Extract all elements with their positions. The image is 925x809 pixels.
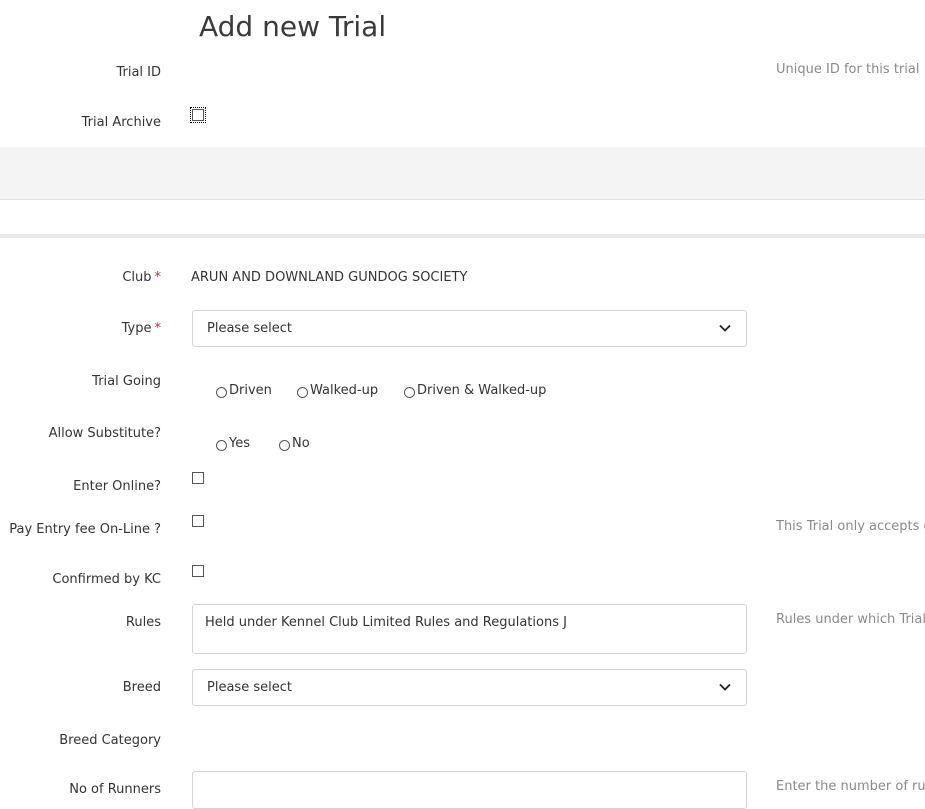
trial-going-driven-radio[interactable]: Driven — [216, 383, 272, 398]
radio-label: Yes — [229, 436, 250, 451]
radio-label: Driven & Walked-up — [417, 383, 547, 398]
type-label: Type * — [122, 321, 161, 336]
club-label-text: Club — [122, 270, 152, 285]
confirmed-kc-label: Confirmed by KC — [52, 572, 161, 587]
chevron-down-icon — [719, 683, 731, 691]
rules-help: Rules under which Trial is — [776, 612, 925, 627]
radio-icon — [297, 386, 308, 398]
no-of-runners-label: No of Runners — [69, 782, 161, 797]
radio-icon — [216, 439, 227, 451]
type-select[interactable]: Please select — [192, 310, 747, 347]
section-band — [0, 147, 925, 200]
type-select-value: Please select — [207, 321, 292, 336]
trial-going-walked-up-radio[interactable]: Walked-up — [297, 383, 378, 398]
page-title: Add new Trial — [199, 10, 387, 43]
radio-label: Walked-up — [310, 383, 379, 398]
pay-entry-checkbox[interactable] — [192, 515, 204, 527]
pay-entry-help: This Trial only accepts on — [776, 519, 925, 534]
no-of-runners-input[interactable] — [192, 771, 747, 809]
trial-id-help: Unique ID for this trial — [776, 62, 920, 77]
required-marker: * — [154, 321, 162, 336]
radio-icon — [279, 439, 290, 451]
breed-label: Breed — [122, 680, 161, 695]
enter-online-label: Enter Online? — [73, 479, 161, 494]
allow-substitute-label: Allow Substitute? — [48, 426, 161, 441]
rules-textarea[interactable]: Held under Kennel Club Limited Rules and… — [192, 604, 747, 654]
club-value: ARUN AND DOWNLAND GUNDOG SOCIETY — [191, 270, 468, 285]
radio-icon — [404, 386, 415, 398]
breed-select[interactable]: Please select — [192, 669, 747, 706]
rules-value: Held under Kennel Club Limited Rules and… — [205, 615, 567, 630]
enter-online-checkbox[interactable] — [192, 472, 204, 484]
trial-archive-label: Trial Archive — [81, 115, 161, 130]
chevron-down-icon — [719, 324, 731, 332]
radio-label: Driven — [229, 383, 272, 398]
radio-label: No — [292, 436, 310, 451]
breed-select-value: Please select — [207, 680, 292, 695]
confirmed-kc-checkbox[interactable] — [192, 565, 204, 577]
rules-label: Rules — [125, 615, 161, 630]
trial-archive-checkbox[interactable] — [190, 107, 206, 123]
trial-going-label: Trial Going — [92, 374, 161, 389]
allow-substitute-yes-radio[interactable]: Yes — [216, 436, 250, 451]
trial-going-driven-walked-up-radio[interactable]: Driven & Walked-up — [404, 383, 546, 398]
trial-id-label: Trial ID — [116, 65, 161, 80]
no-of-runners-help: Enter the number of runn — [776, 779, 925, 794]
required-marker: * — [154, 270, 162, 285]
radio-icon — [216, 386, 227, 398]
breed-category-label: Breed Category — [59, 733, 161, 748]
type-label-text: Type — [121, 321, 152, 336]
section-divider — [0, 234, 925, 238]
club-label: Club * — [122, 270, 161, 285]
pay-entry-label: Pay Entry fee On-Line ? — [9, 522, 161, 537]
allow-substitute-no-radio[interactable]: No — [279, 436, 310, 451]
